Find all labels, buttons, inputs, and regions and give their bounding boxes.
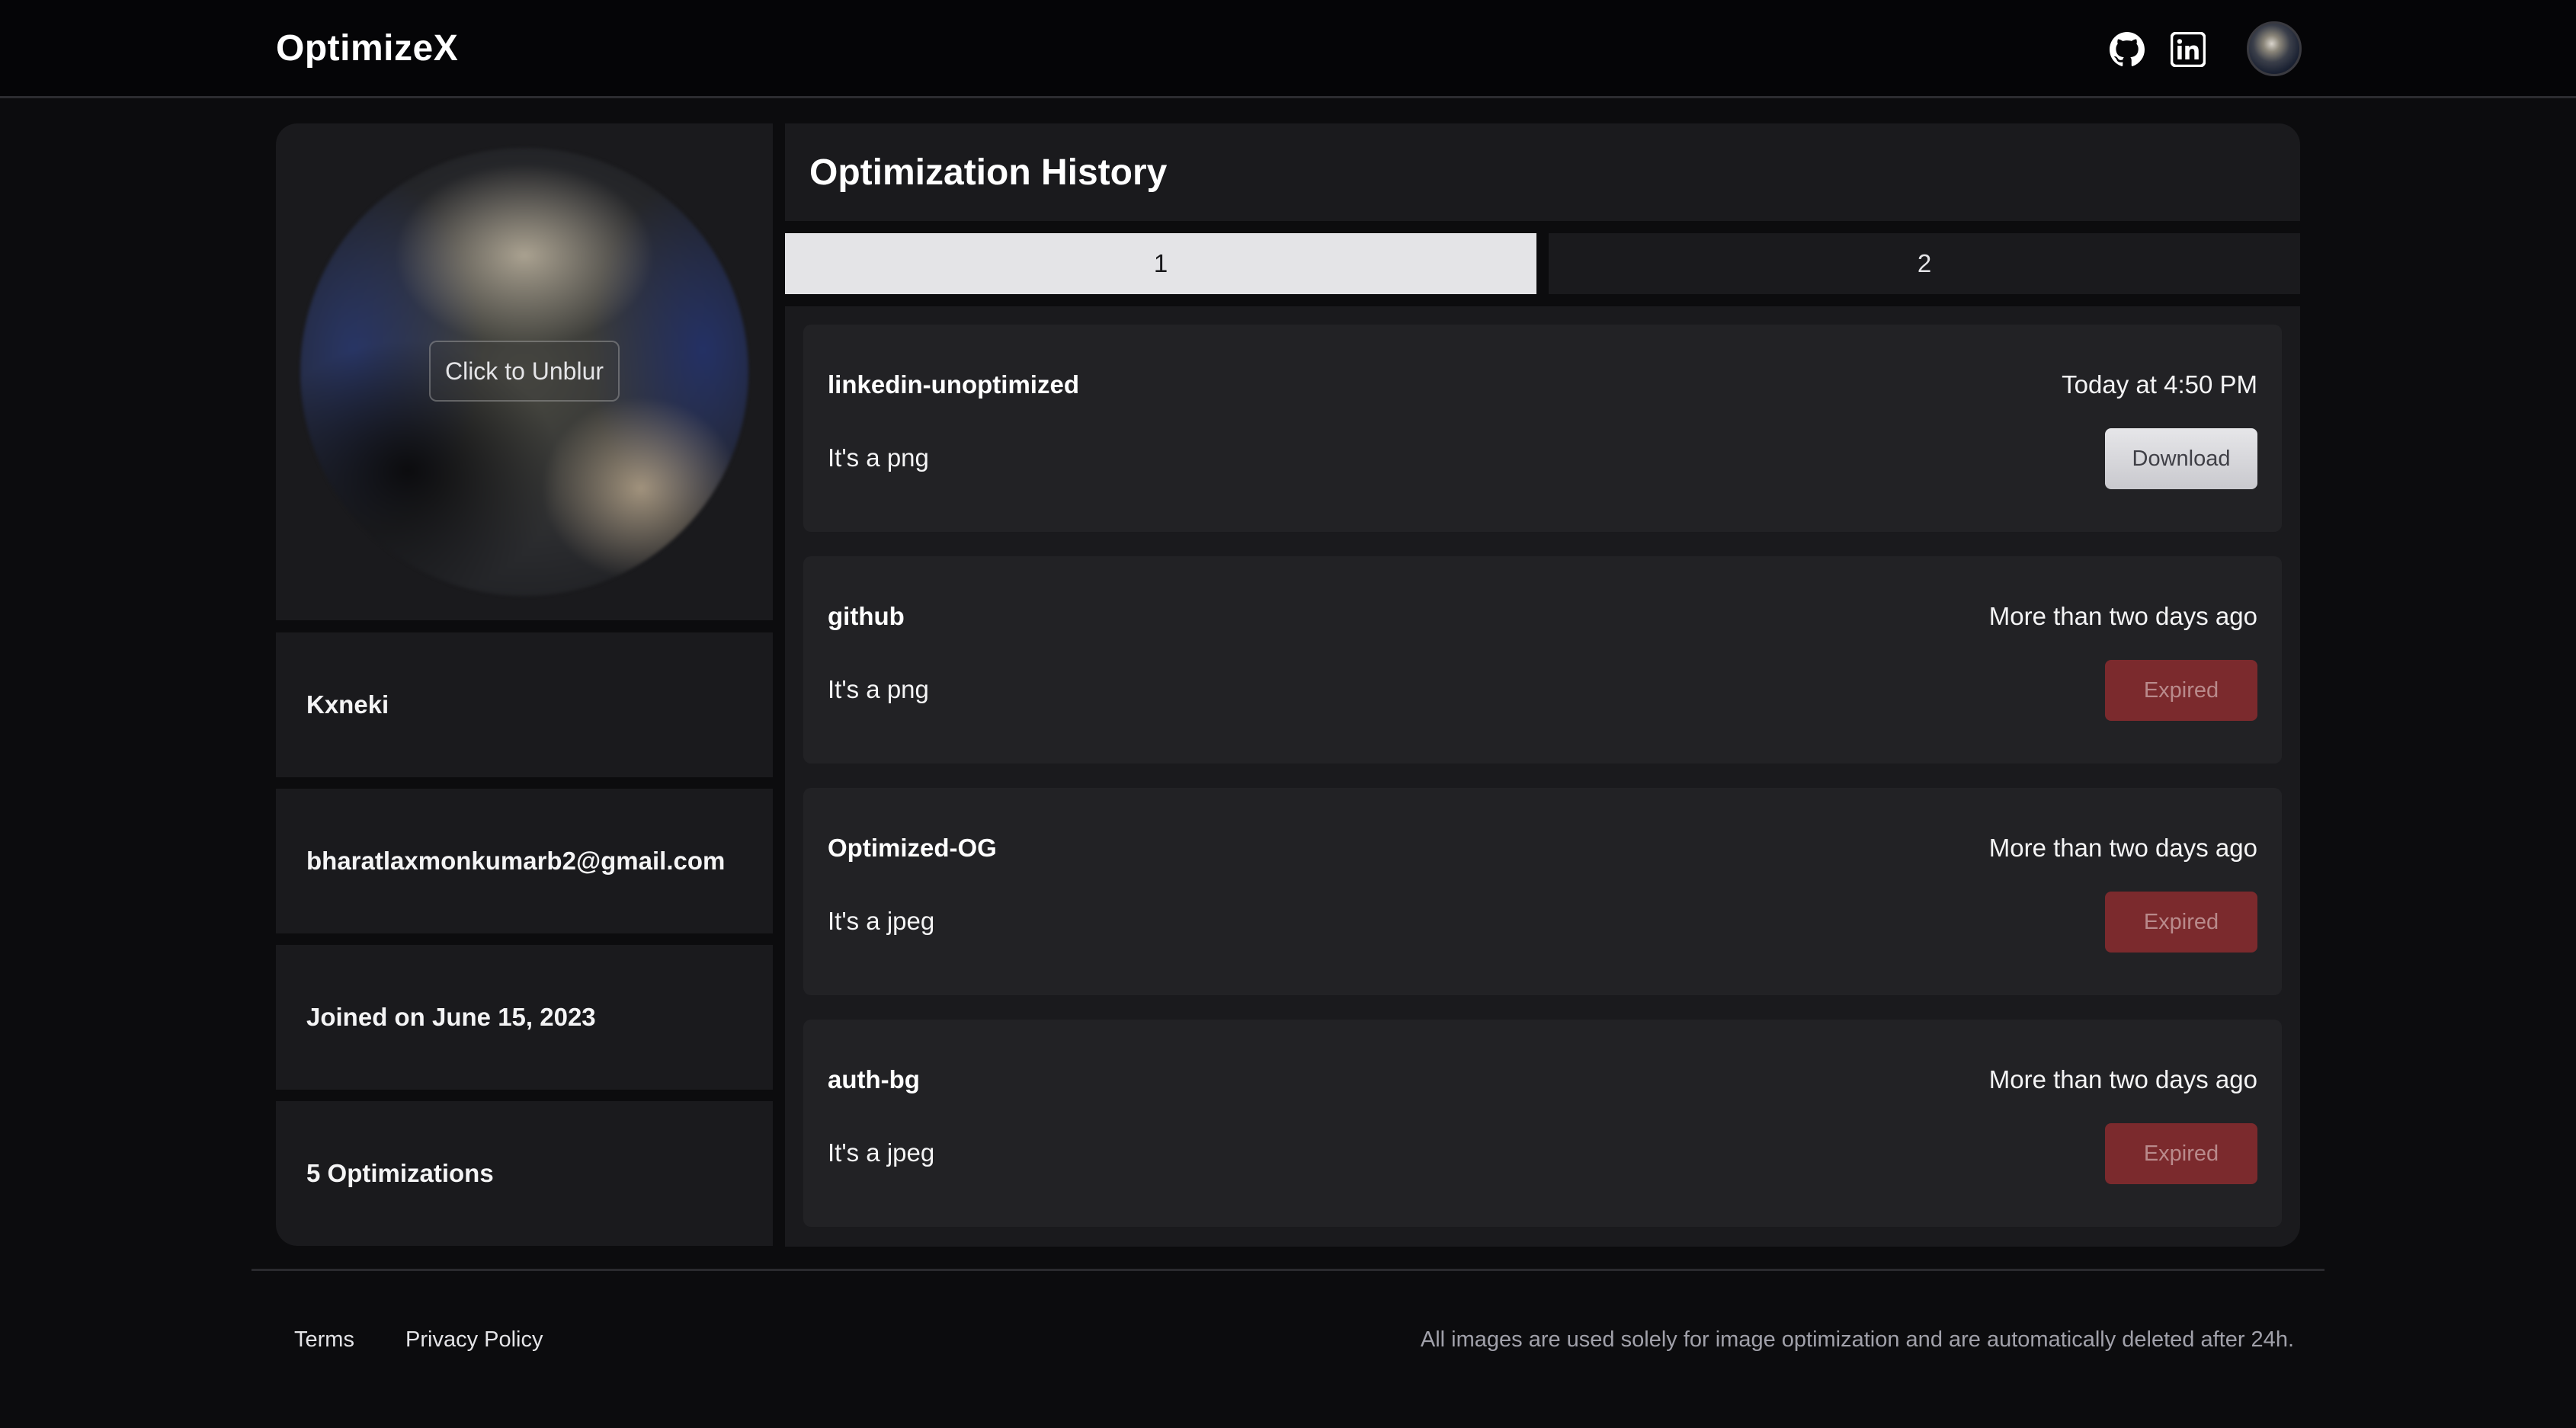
history-item: github More than two days ago It's a png… bbox=[803, 556, 2282, 764]
history-item: auth-bg More than two days ago It's a jp… bbox=[803, 1020, 2282, 1227]
page-tab-2[interactable]: 2 bbox=[1549, 233, 2300, 294]
expired-button[interactable]: Expired bbox=[2105, 660, 2257, 721]
privacy-policy-link[interactable]: Privacy Policy bbox=[405, 1327, 543, 1353]
user-avatar[interactable] bbox=[2247, 21, 2302, 76]
profile-photo-card: Click to Unblur bbox=[276, 123, 773, 620]
item-file-name: auth-bg bbox=[828, 1065, 920, 1093]
download-button[interactable]: Download bbox=[2105, 428, 2257, 489]
profile-optimization-count: 5 Optimizations bbox=[276, 1101, 773, 1246]
page: OptimizeX Click to Unblur Kxneki bharatl… bbox=[0, 0, 2576, 1428]
github-icon[interactable] bbox=[2107, 29, 2148, 70]
item-file-type: It's a jpeg bbox=[828, 1138, 935, 1167]
item-timestamp: More than two days ago bbox=[1988, 1065, 2257, 1093]
page-tab-1[interactable]: 1 bbox=[785, 233, 1536, 294]
history-item: Optimized-OG More than two days ago It's… bbox=[803, 788, 2282, 995]
item-timestamp: Today at 4:50 PM bbox=[2062, 370, 2257, 399]
brand-logo[interactable]: OptimizeX bbox=[276, 27, 458, 69]
unblur-button[interactable]: Click to Unblur bbox=[429, 341, 620, 402]
profile-joined-date: Joined on June 15, 2023 bbox=[276, 945, 773, 1090]
item-timestamp: More than two days ago bbox=[1988, 602, 2257, 630]
item-file-name: linkedin-unoptimized bbox=[828, 370, 1079, 399]
footer-disclaimer: All images are used solely for image opt… bbox=[1420, 1327, 2294, 1352]
profile-username: Kxneki bbox=[276, 632, 773, 777]
terms-link[interactable]: Terms bbox=[294, 1327, 354, 1353]
history-list: linkedin-unoptimized Today at 4:50 PM It… bbox=[785, 306, 2300, 1247]
linkedin-icon[interactable] bbox=[2167, 29, 2209, 70]
item-file-name: github bbox=[828, 602, 905, 630]
footer-divider bbox=[252, 1269, 2324, 1271]
item-file-type: It's a png bbox=[828, 675, 929, 703]
profile-email: bharatlaxmonkumarb2@gmail.com bbox=[276, 789, 773, 933]
history-item: linkedin-unoptimized Today at 4:50 PM It… bbox=[803, 325, 2282, 532]
item-timestamp: More than two days ago bbox=[1988, 834, 2257, 862]
item-file-name: Optimized-OG bbox=[828, 834, 997, 862]
history-title: Optimization History bbox=[785, 123, 2300, 221]
item-file-type: It's a jpeg bbox=[828, 907, 935, 935]
top-navbar: OptimizeX bbox=[0, 0, 2576, 98]
expired-button[interactable]: Expired bbox=[2105, 1123, 2257, 1184]
item-file-type: It's a png bbox=[828, 443, 929, 472]
expired-button[interactable]: Expired bbox=[2105, 892, 2257, 953]
